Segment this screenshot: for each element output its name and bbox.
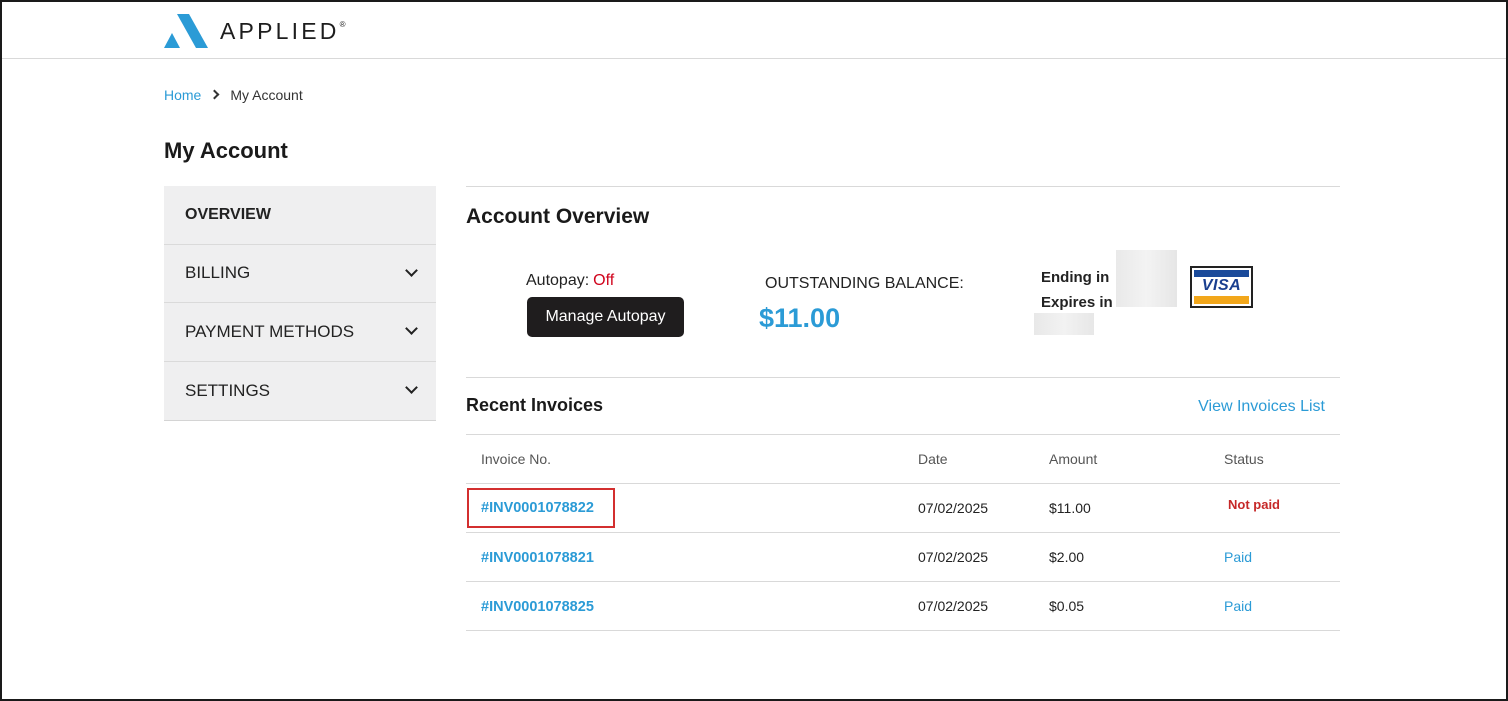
date-cell: 07/02/2025 (918, 483, 1049, 533)
card-ending-label: Ending in (1041, 269, 1110, 286)
autopay-value: Off (593, 272, 615, 289)
sidebar-item-label: BILLING (185, 263, 251, 283)
sidebar-item-settings[interactable]: SETTINGS (164, 362, 436, 421)
table-row: #INV0001078825 07/02/2025 $0.05 Paid (466, 581, 1340, 631)
sidebar-item-label: SETTINGS (185, 380, 271, 400)
top-header: APPLIED® (2, 2, 1506, 59)
redacted-card-expiry (1034, 313, 1094, 335)
logo-text: APPLIED® (220, 17, 346, 44)
table-row: #INV0001078821 07/02/2025 $2.00 Paid (466, 532, 1340, 582)
status-cell: Paid (1224, 532, 1340, 582)
table-row: #INV0001078822 07/02/2025 $11.00 Not pai… (466, 483, 1340, 533)
amount-cell: $11.00 (1049, 483, 1224, 533)
visa-band-top (1194, 270, 1249, 277)
chevron-down-icon (405, 322, 418, 336)
invoice-cell: #INV0001078822 (466, 483, 918, 533)
breadcrumb-current: My Account (230, 87, 303, 103)
card-expires-label: Expires in (1041, 294, 1113, 311)
table-header-row: Invoice No. Date Amount Status (466, 434, 1340, 484)
page-title: My Account (164, 138, 288, 163)
column-header-invoice[interactable]: Invoice No. (466, 434, 918, 484)
visa-card-icon: VISA (1190, 266, 1253, 308)
applied-logo[interactable]: APPLIED® (164, 14, 345, 48)
sidebar-item-label: OVERVIEW (185, 205, 271, 223)
outstanding-balance-amount: $11.00 (759, 303, 841, 333)
card-brand: VISA (1201, 277, 1242, 294)
invoice-link[interactable]: #INV0001078821 (481, 550, 594, 566)
column-header-status[interactable]: Status (1224, 434, 1340, 484)
status-badge: Paid (1224, 549, 1253, 565)
column-header-date[interactable]: Date (918, 434, 1049, 484)
account-sidebar: OVERVIEW BILLING PAYMENT METHODS SETTING… (164, 186, 436, 421)
account-overview-title: Account Overview (466, 205, 650, 228)
recent-invoices-section: Recent Invoices View Invoices List Invoi… (466, 377, 1340, 631)
manage-autopay-button[interactable]: Manage Autopay (527, 297, 684, 337)
recent-invoices-title: Recent Invoices (466, 395, 604, 415)
date-cell: 07/02/2025 (918, 532, 1049, 582)
status-badge: Paid (1224, 598, 1253, 614)
status-badge: Not paid (1228, 497, 1280, 512)
status-cell: Not paid (1224, 483, 1340, 533)
amount-cell: $0.05 (1049, 581, 1224, 631)
invoice-link[interactable]: #INV0001078822 (467, 488, 615, 528)
sidebar-item-billing[interactable]: BILLING (164, 245, 436, 303)
invoice-cell: #INV0001078821 (466, 532, 918, 582)
outstanding-balance-label: OUTSTANDING BALANCE: (765, 275, 964, 292)
view-invoices-list-link[interactable]: View Invoices List (1198, 398, 1325, 416)
applied-logo-icon (164, 14, 208, 48)
invoices-table: Invoice No. Date Amount Status #INV00010… (466, 434, 1340, 631)
breadcrumb-home-link[interactable]: Home (164, 87, 201, 103)
redacted-card-number (1116, 250, 1177, 307)
sidebar-item-label: PAYMENT METHODS (185, 321, 355, 341)
chevron-down-icon (405, 263, 418, 277)
autopay-label: Autopay: (526, 272, 590, 289)
visa-band-bottom (1194, 296, 1249, 304)
date-cell: 07/02/2025 (918, 581, 1049, 631)
chevron-down-icon (405, 381, 418, 395)
breadcrumb: Home My Account (164, 87, 303, 103)
column-header-amount[interactable]: Amount (1049, 434, 1224, 484)
invoice-cell: #INV0001078825 (466, 581, 918, 631)
card-info: Ending in Expires in (1041, 265, 1113, 315)
sidebar-item-payment-methods[interactable]: PAYMENT METHODS (164, 303, 436, 362)
chevron-right-icon (209, 89, 220, 99)
amount-cell: $2.00 (1049, 532, 1224, 582)
sidebar-item-overview[interactable]: OVERVIEW (164, 186, 436, 245)
invoice-link[interactable]: #INV0001078825 (481, 599, 594, 615)
status-cell: Paid (1224, 581, 1340, 631)
main-content: Account Overview Autopay: Off Manage Auto… (466, 186, 1340, 631)
autopay-status: Autopay: Off (526, 272, 614, 290)
